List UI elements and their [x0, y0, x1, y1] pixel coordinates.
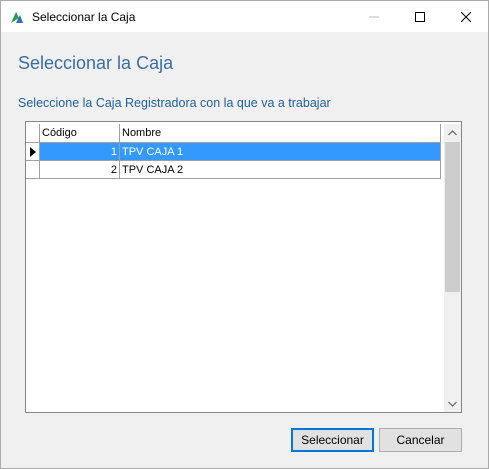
page-title: Seleccionar la Caja [18, 53, 174, 73]
scrollbar-thumb[interactable] [445, 142, 460, 292]
table-row[interactable]: 2 TPV CAJA 2 [26, 161, 443, 179]
column-header-nombre[interactable]: Nombre [120, 124, 441, 143]
minimize-button[interactable] [351, 1, 397, 32]
window-title: Seleccionar la Caja [32, 10, 136, 24]
row-selector[interactable] [26, 143, 40, 161]
row-header-corner [26, 124, 40, 143]
row-selector[interactable] [26, 161, 40, 179]
chevron-down-icon [448, 401, 457, 407]
dialog-window: Seleccionar la Caja Seleccionar la Caja … [0, 0, 489, 469]
app-logo-icon [11, 12, 23, 23]
vertical-scrollbar[interactable] [444, 124, 461, 412]
chevron-up-icon [448, 129, 457, 135]
close-button[interactable] [443, 1, 489, 32]
cell-nombre[interactable]: TPV CAJA 1 [120, 143, 441, 161]
minimize-icon [369, 16, 379, 17]
title-bar[interactable]: Seleccionar la Caja [1, 1, 488, 32]
cancel-button[interactable]: Cancelar [379, 428, 462, 452]
scroll-up-button[interactable] [444, 124, 461, 141]
close-icon [461, 11, 471, 22]
grid-rows: 1 TPV CAJA 1 2 TPV CAJA 2 [26, 143, 443, 179]
cell-nombre[interactable]: TPV CAJA 2 [120, 161, 441, 179]
instruction-text: Seleccione la Caja Registradora con la q… [18, 96, 331, 110]
current-row-arrow-icon [30, 147, 36, 157]
column-header-codigo[interactable]: Código [40, 124, 120, 143]
cash-register-grid[interactable]: Código Nombre 1 TPV CAJA 1 2 TPV CAJA 2 [25, 121, 462, 413]
maximize-icon [415, 11, 425, 22]
scroll-down-button[interactable] [444, 395, 461, 412]
table-row[interactable]: 1 TPV CAJA 1 [26, 143, 443, 161]
select-button[interactable]: Seleccionar [291, 428, 374, 452]
cell-codigo[interactable]: 1 [40, 143, 120, 161]
grid-header: Código Nombre [26, 124, 443, 143]
maximize-button[interactable] [397, 1, 443, 32]
cell-codigo[interactable]: 2 [40, 161, 120, 179]
